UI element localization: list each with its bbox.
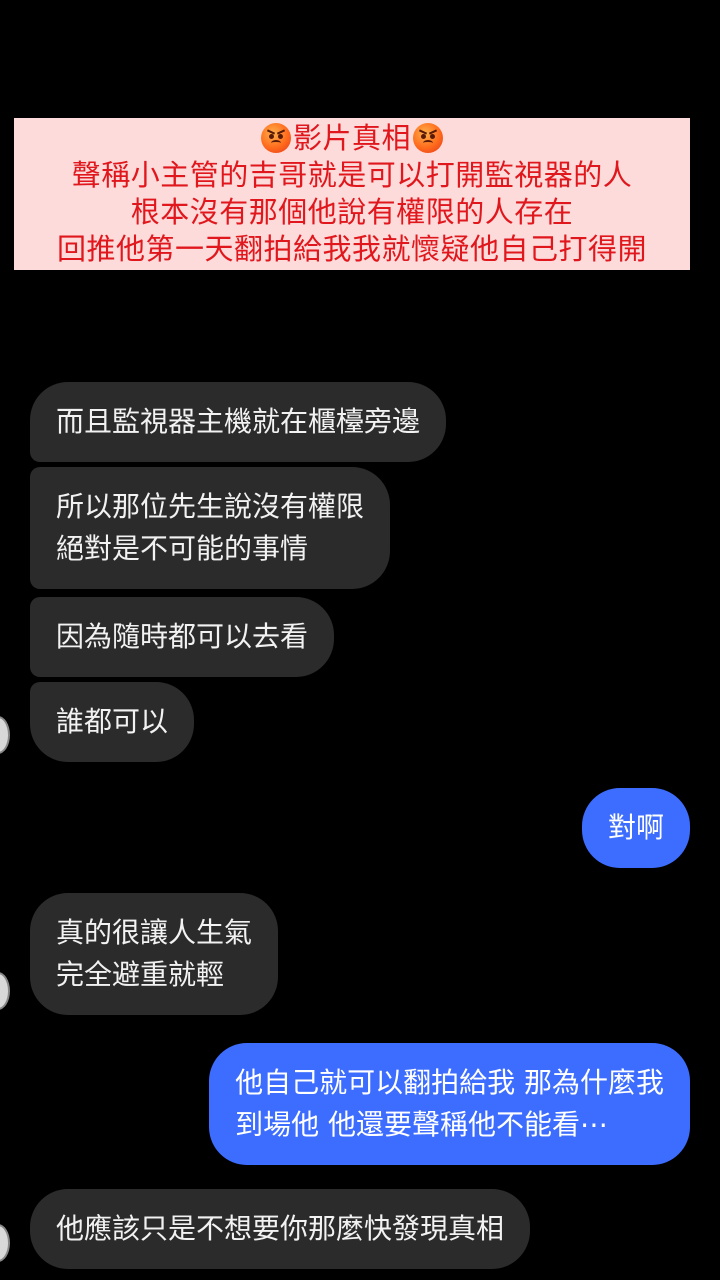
incoming-message[interactable]: 而且監視器主機就在櫃檯旁邊: [30, 382, 447, 462]
story-caption-banner: 影片真相 聲稱小主管的吉哥就是可以打開監視器的人 根本沒有那個他說有權限的人存在…: [14, 118, 690, 270]
sender-avatar[interactable]: [0, 716, 10, 754]
sender-avatar[interactable]: [0, 1224, 10, 1262]
message-text: 到場他 他還要聲稱他不能看⋯: [235, 1108, 608, 1141]
message-text: 誰都可以: [56, 705, 169, 738]
banner-title: 影片真相: [292, 121, 411, 155]
message-text: 完全避重就輕: [56, 958, 225, 991]
incoming-message[interactable]: 誰都可以: [30, 682, 195, 762]
banner-line-4: 回推他第一天翻拍給我我就懷疑他自己打得開: [56, 232, 647, 266]
angry-face-icon: [413, 123, 443, 153]
message-text: 他應該只是不想要你那麼快發現真相: [56, 1212, 505, 1245]
message-text: 所以那位先生說沒有權限: [56, 490, 365, 523]
incoming-message[interactable]: 因為隨時都可以去看: [30, 597, 335, 677]
incoming-message[interactable]: 所以那位先生說沒有權限 絕對是不可能的事情: [30, 467, 391, 589]
banner-line-3: 根本沒有那個他說有權限的人存在: [130, 195, 574, 229]
message-text: 真的很讓人生氣: [56, 916, 253, 949]
banner-title-line: 影片真相: [18, 120, 686, 157]
sender-avatar[interactable]: [0, 972, 10, 1010]
angry-face-icon: [260, 123, 291, 153]
incoming-message[interactable]: 他應該只是不想要你那麼快發現真相: [30, 1189, 531, 1269]
message-text: 因為隨時都可以去看: [56, 620, 309, 653]
message-text: 絕對是不可能的事情: [56, 532, 309, 565]
message-text: 他自己就可以翻拍給我 那為什麼我: [235, 1066, 664, 1099]
outgoing-message[interactable]: 他自己就可以翻拍給我 那為什麼我 到場他 他還要聲稱他不能看⋯: [209, 1043, 690, 1165]
message-text: 對啊: [607, 811, 664, 844]
incoming-message[interactable]: 真的很讓人生氣 完全避重就輕: [30, 893, 279, 1015]
banner-line-2: 聲稱小主管的吉哥就是可以打開監視器的人: [71, 158, 633, 192]
message-text: 而且監視器主機就在櫃檯旁邊: [56, 405, 421, 438]
outgoing-message[interactable]: 對啊: [581, 788, 690, 868]
